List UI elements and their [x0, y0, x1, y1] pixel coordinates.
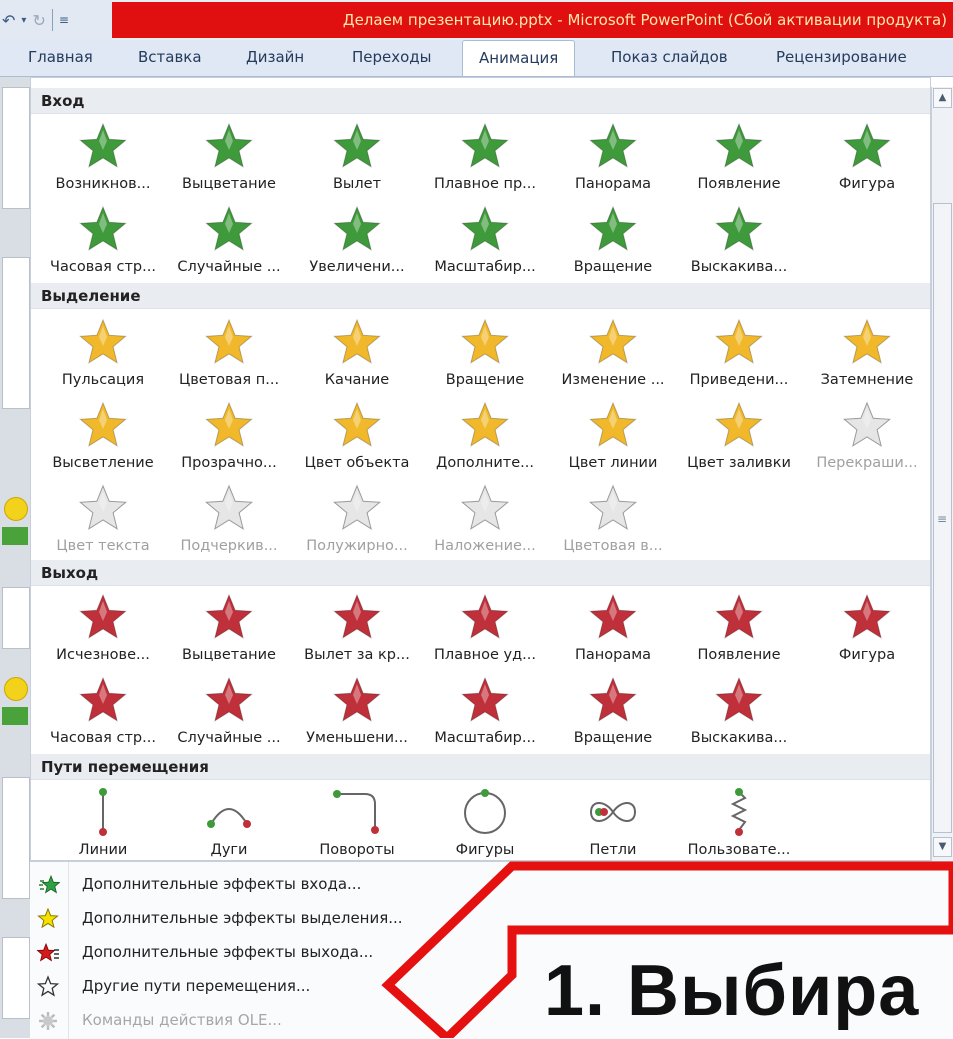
annotation-arrow — [381, 861, 953, 1038]
annotation-caption: 1. Выбира — [544, 951, 920, 1031]
